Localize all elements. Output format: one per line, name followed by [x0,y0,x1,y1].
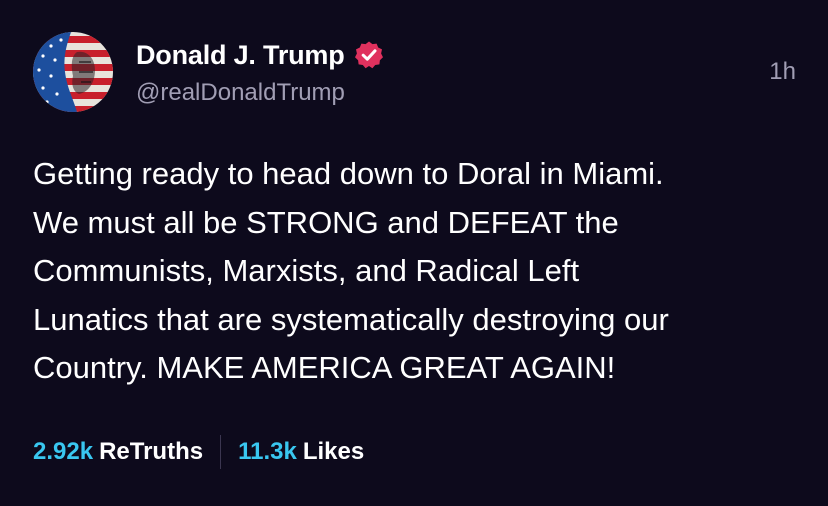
author-info: Donald J. Trump @realDonaldTrump [136,37,384,107]
author-handle[interactable]: @realDonaldTrump [136,79,384,107]
author-display-name[interactable]: Donald J. Trump [136,40,345,71]
name-row: Donald J. Trump [136,37,384,73]
post-card: Donald J. Trump @realDonaldTrump 1h Gett… [0,0,828,506]
retruths-count: 2.92k [33,438,94,465]
likes-count: 11.3k [238,438,297,465]
avatar-image [33,32,113,112]
post-timestamp[interactable]: 1h [769,58,796,86]
retruths-label: ReTruths [99,438,204,465]
post-text: Getting ready to head down to Doral in M… [33,156,669,385]
stats-divider [220,435,222,469]
avatar[interactable] [33,32,113,112]
post-header: Donald J. Trump @realDonaldTrump [33,32,384,112]
verified-badge-icon [354,40,384,70]
post-stats: 2.92k ReTruths 11.3k Likes [33,434,364,470]
retruths-stat[interactable]: 2.92k ReTruths [33,438,203,466]
likes-stat[interactable]: 11.3k Likes [238,438,364,466]
likes-label: Likes [302,438,365,465]
